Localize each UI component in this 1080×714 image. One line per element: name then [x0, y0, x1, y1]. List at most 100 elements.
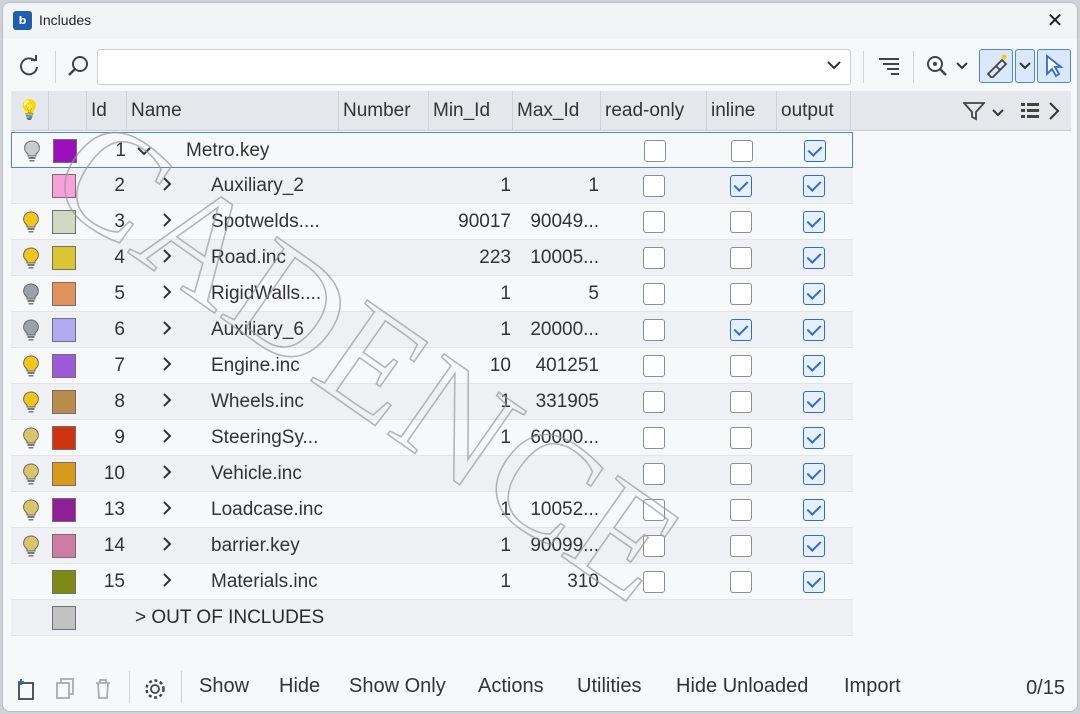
inline-checkbox[interactable]	[730, 535, 752, 557]
scroll-right-chevron-icon[interactable]	[1047, 101, 1061, 126]
output-checkbox[interactable]	[804, 140, 826, 162]
table-row[interactable]: 4 Road.inc 223 10005...	[11, 240, 853, 276]
chevron-right-icon[interactable]	[161, 456, 181, 492]
column-filter-icon[interactable]	[961, 101, 987, 126]
chevron-right-icon[interactable]	[161, 564, 181, 600]
table-row[interactable]: 7 Engine.inc 10 401251	[11, 348, 853, 384]
chevron-right-icon[interactable]	[161, 312, 181, 348]
columns-menu-icon[interactable]	[1019, 101, 1041, 126]
output-checkbox[interactable]	[803, 499, 825, 521]
hide-unloaded-button[interactable]: Hide Unloaded	[676, 675, 808, 698]
inline-checkbox[interactable]	[730, 247, 752, 269]
output-checkbox[interactable]	[803, 391, 825, 413]
inline-checkbox[interactable]	[730, 499, 752, 521]
table-row[interactable]: 13 Loadcase.inc 1 10052...	[11, 492, 853, 528]
header-readonly[interactable]: read-only	[601, 91, 707, 131]
readonly-checkbox[interactable]	[643, 427, 665, 449]
header-name[interactable]: Name	[127, 91, 339, 131]
zoom-dropdown-chevron-icon[interactable]	[951, 50, 973, 82]
header-inline[interactable]: inline	[707, 91, 777, 131]
header-number[interactable]: Number	[339, 91, 429, 131]
filter-dropdown-chevron-icon[interactable]	[991, 105, 1005, 123]
readonly-checkbox[interactable]	[643, 355, 665, 377]
chevron-right-icon[interactable]	[161, 384, 181, 420]
inline-checkbox[interactable]	[730, 283, 752, 305]
readonly-checkbox[interactable]	[644, 140, 666, 162]
header-color[interactable]	[49, 91, 87, 131]
close-icon[interactable]: ✕	[1041, 7, 1069, 35]
chevron-right-icon[interactable]	[161, 528, 181, 564]
search-input[interactable]	[97, 49, 851, 85]
copy-icon[interactable]	[55, 677, 77, 707]
settings-gear-icon[interactable]	[143, 677, 167, 707]
chevron-down-icon[interactable]	[136, 133, 156, 169]
color-swatch[interactable]	[52, 498, 76, 522]
utilities-menu[interactable]: Utilities	[577, 675, 641, 698]
readonly-checkbox[interactable]	[643, 571, 665, 593]
show-only-button[interactable]: Show Only	[349, 675, 446, 698]
readonly-checkbox[interactable]	[643, 319, 665, 341]
visibility-bulb-icon[interactable]	[18, 133, 46, 169]
zoom-icon[interactable]	[921, 50, 953, 82]
filter-list-icon[interactable]	[873, 50, 905, 82]
visibility-bulb-icon[interactable]	[17, 312, 45, 348]
output-checkbox[interactable]	[803, 175, 825, 197]
color-swatch[interactable]	[52, 354, 76, 378]
chevron-right-icon[interactable]	[161, 420, 181, 456]
output-checkbox[interactable]	[803, 283, 825, 305]
visibility-bulb-icon[interactable]	[17, 420, 45, 456]
readonly-checkbox[interactable]	[643, 283, 665, 305]
visibility-bulb-icon[interactable]	[17, 276, 45, 312]
output-checkbox[interactable]	[803, 571, 825, 593]
header-bulb[interactable]: 💡	[11, 91, 49, 131]
output-checkbox[interactable]	[803, 247, 825, 269]
visibility-bulb-icon[interactable]	[17, 528, 45, 564]
inline-checkbox[interactable]	[730, 319, 752, 341]
show-button[interactable]: Show	[199, 675, 249, 698]
color-swatch[interactable]	[53, 139, 77, 163]
hide-button[interactable]: Hide	[279, 675, 320, 698]
chevron-right-icon[interactable]	[161, 492, 181, 528]
inline-checkbox[interactable]	[731, 140, 753, 162]
table-row[interactable]: 15 Materials.inc 1 310	[11, 564, 853, 600]
visibility-bulb-icon[interactable]	[17, 456, 45, 492]
table-row[interactable]: 5 RigidWalls.... 1 5	[11, 276, 853, 312]
readonly-checkbox[interactable]	[643, 535, 665, 557]
inline-checkbox[interactable]	[730, 355, 752, 377]
chevron-right-icon[interactable]	[161, 168, 181, 204]
chevron-right-icon[interactable]	[161, 348, 181, 384]
table-row[interactable]: 8 Wheels.inc 1 331905	[11, 384, 853, 420]
output-checkbox[interactable]	[803, 427, 825, 449]
visibility-bulb-icon[interactable]	[17, 348, 45, 384]
output-checkbox[interactable]	[803, 463, 825, 485]
table-row[interactable]: 6 Auxiliary_6 1 20000...	[11, 312, 853, 348]
color-swatch[interactable]	[52, 174, 76, 198]
chevron-right-icon[interactable]	[161, 240, 181, 276]
table-row[interactable]: 3 Spotwelds.... 90017 90049...	[11, 204, 853, 240]
readonly-checkbox[interactable]	[643, 247, 665, 269]
inline-checkbox[interactable]	[730, 571, 752, 593]
delete-icon[interactable]	[93, 677, 113, 707]
output-checkbox[interactable]	[803, 355, 825, 377]
readonly-checkbox[interactable]	[643, 391, 665, 413]
output-checkbox[interactable]	[803, 319, 825, 341]
color-swatch[interactable]	[52, 606, 76, 630]
inline-checkbox[interactable]	[730, 211, 752, 233]
chevron-right-icon[interactable]	[161, 204, 181, 240]
search-icon[interactable]	[63, 50, 95, 82]
table-row[interactable]: 1 Metro.key	[11, 132, 853, 168]
color-swatch[interactable]	[52, 534, 76, 558]
color-swatch[interactable]	[52, 426, 76, 450]
inline-checkbox[interactable]	[730, 391, 752, 413]
inline-checkbox[interactable]	[730, 175, 752, 197]
color-swatch[interactable]	[52, 210, 76, 234]
visibility-bulb-icon[interactable]	[17, 204, 45, 240]
color-swatch[interactable]	[52, 570, 76, 594]
header-output[interactable]: output	[777, 91, 851, 131]
readonly-checkbox[interactable]	[643, 463, 665, 485]
table-row[interactable]: 14 barrier.key 1 90099...	[11, 528, 853, 564]
actions-menu[interactable]: Actions	[478, 675, 544, 698]
highlight-icon[interactable]	[979, 49, 1013, 83]
refresh-icon[interactable]	[13, 50, 45, 82]
visibility-bulb-icon[interactable]	[17, 384, 45, 420]
